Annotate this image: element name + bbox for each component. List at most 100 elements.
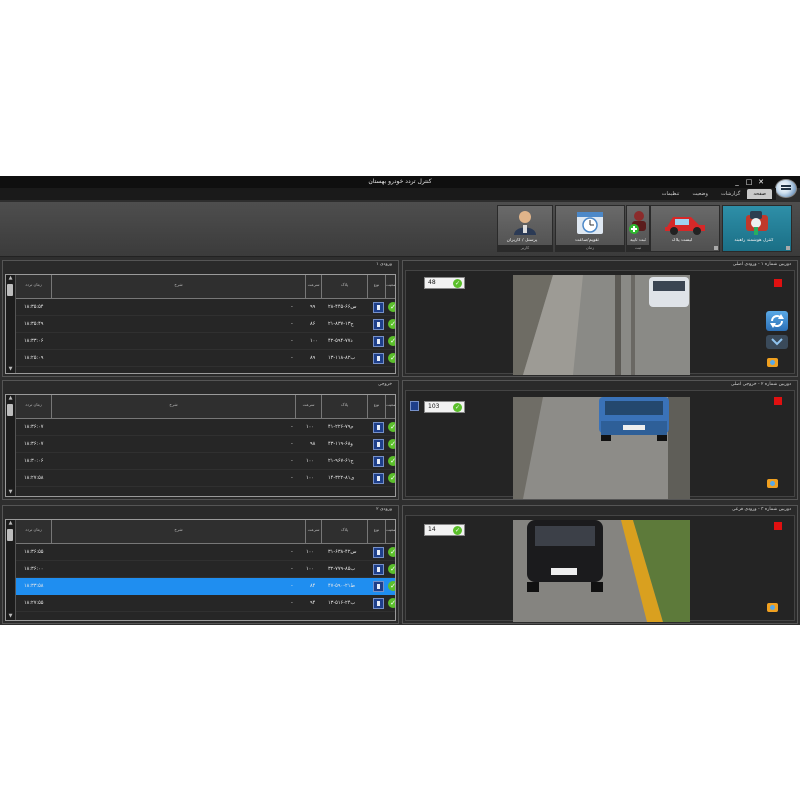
- lane-2-camera-view: 103 ✓: [405, 390, 795, 499]
- header-type[interactable]: نوع: [368, 395, 386, 419]
- row-description: -: [291, 338, 293, 344]
- table-row[interactable]: ۱۸:۳۶:۰۰ - ۱۰۰ ۳۲-۷۷۹-ب۸۵ ✓: [16, 561, 395, 578]
- row-description: -: [291, 441, 293, 447]
- users-icon: [514, 211, 536, 235]
- table-row-selected[interactable]: ۱۸:۳۳:۵۸ - ۸۴ ۴۷-۵۹۰-ط۲۱ ✓: [16, 578, 395, 595]
- lane-2-scrollbar[interactable]: ▲ ▼: [6, 395, 16, 496]
- ribbon-plate-list-button[interactable]: لیست پلاک: [650, 205, 720, 252]
- refresh-button[interactable]: [766, 311, 788, 331]
- header-type[interactable]: نوع: [368, 275, 386, 299]
- header-status[interactable]: وضعیت: [386, 520, 395, 544]
- lane-1-scrollbar[interactable]: ▲ ▼: [6, 275, 16, 373]
- row-plate: ۲۱-۹۶۷-ج۶۱: [328, 458, 354, 464]
- menu-bar: صفحه گزارشات وضعیت تنظیمات: [0, 188, 776, 200]
- header-plate[interactable]: پلاک: [322, 275, 368, 299]
- table-row[interactable]: ۱۸:۳۶:۵۵ - ۱۰۰ ۳۱-۶۳۸-س۴۲ ✓: [16, 544, 395, 561]
- ribbon-smart-gate-label: کنترل هوشمند راهبند: [734, 238, 774, 243]
- snapshot-icon[interactable]: [767, 358, 778, 367]
- tab-home[interactable]: صفحه: [747, 189, 772, 199]
- vehicle-type-icon: [373, 336, 384, 347]
- header-time[interactable]: زمان تردد: [16, 275, 52, 299]
- row-time: ۱۸:۲۵:۰۹: [24, 355, 44, 361]
- row-time: ۱۸:۳۵:۴۹: [24, 321, 44, 327]
- lane-1-camera-title: دوربین شماره ۱ - ورودی اصلی: [732, 262, 791, 267]
- lane-3-list-title: ورودی ۲: [376, 507, 392, 512]
- header-speed[interactable]: سرعت: [306, 520, 322, 544]
- row-description: -: [291, 600, 293, 606]
- add-person-icon: [629, 211, 646, 234]
- status-ok-icon: ✓: [388, 353, 395, 363]
- scroll-thumb[interactable]: [7, 284, 13, 296]
- header-speed[interactable]: سرعت: [296, 395, 322, 419]
- table-row[interactable]: ۱۸:۳۶:۰۷ - ۱۰۰ ۴۱-۲۲۶-م۷۹ ✓: [16, 419, 395, 436]
- lane-1-list-panel: ورودی ۱ ▲ ▼ زمان تردد شرح سرعت پلاک نوع …: [2, 260, 399, 377]
- header-plate[interactable]: پلاک: [322, 520, 368, 544]
- close-button[interactable]: ✕: [756, 178, 766, 186]
- snapshot-icon[interactable]: [767, 479, 778, 488]
- header-type[interactable]: نوع: [368, 520, 386, 544]
- row-description: -: [291, 355, 293, 361]
- header-status[interactable]: وضعیت: [386, 395, 395, 419]
- table-row[interactable]: ۱۸:۳۳:۰۶ - ۱۰۰ ۴۲-۵۹۴-د۷۷ ✓: [16, 333, 395, 350]
- row-time: ۱۸:۳۳:۵۸: [24, 583, 44, 589]
- expand-down-button[interactable]: [766, 335, 788, 349]
- scroll-thumb[interactable]: [7, 404, 13, 416]
- vehicle-type-icon: [373, 564, 384, 575]
- row-time: ۱۸:۳۶:۰۰: [24, 566, 44, 572]
- row-plate: ۴۳-۱۱۹-و۶۸: [328, 441, 353, 447]
- header-status[interactable]: وضعیت: [386, 275, 395, 299]
- table-row[interactable]: ۱۸:۲۵:۰۹ - ۸۹ ۱۳-۱۱۸-ب۸۲ ✓: [16, 350, 395, 367]
- lane-3-camera-photo[interactable]: [513, 520, 690, 622]
- lane-3-list-panel: ورودی ۲ ▲ ▼ زمان تردد شرح سرعت پلاک نوع …: [2, 505, 399, 624]
- lane-1-camera-view: 48 ✓: [405, 270, 795, 375]
- table-row[interactable]: ۱۸:۲۷:۵۸ - ۱۰۰ ۱۴-۳۲۲-ی۸۱ ✓: [16, 470, 395, 487]
- maximize-button[interactable]: □: [744, 178, 754, 186]
- scroll-up-icon[interactable]: ▲: [7, 275, 14, 282]
- ribbon-toolbar: کنترل هوشمند راهبند لیست پلاک ثبت تأیید: [0, 202, 800, 257]
- lane-3-speed-box: 14 ✓: [424, 524, 465, 536]
- table-row[interactable]: ۱۸:۲۷:۵۵ - ۹۴ ۱۳-۵۱۶-ب۲۴ ✓: [16, 595, 395, 612]
- table-row[interactable]: ۱۸:۳۶:۰۷ - ۹۸ ۴۳-۱۱۹-و۶۸ ✓: [16, 436, 395, 453]
- tab-reports[interactable]: گزارشات: [715, 189, 746, 199]
- ribbon-add-approval-button[interactable]: ثبت تأیید ثبت: [626, 205, 650, 252]
- header-time[interactable]: زمان تردد: [16, 395, 52, 419]
- lane-3-scrollbar[interactable]: ▲ ▼: [6, 520, 16, 620]
- scroll-down-icon[interactable]: ▼: [7, 613, 14, 620]
- scroll-down-icon[interactable]: ▼: [7, 489, 14, 496]
- row-speed: ۱۰۰: [310, 338, 319, 344]
- status-ok-icon: ✓: [388, 336, 395, 346]
- row-description: -: [291, 549, 293, 555]
- row-time: ۱۸:۳۶:۰۷: [24, 441, 44, 447]
- snapshot-icon[interactable]: [767, 603, 778, 612]
- status-ok-icon: ✓: [388, 598, 395, 608]
- tab-settings[interactable]: تنظیمات: [656, 189, 686, 199]
- row-description: -: [291, 458, 293, 464]
- minimize-button[interactable]: _: [732, 178, 742, 186]
- ribbon-calendar-button[interactable]: تقویم/ساعت زمان: [555, 205, 625, 252]
- table-row[interactable]: ۱۸:۳۵:۴۹ - ۸۶ ۲۱-۸۳۷-ج۱۳ ✓: [16, 316, 395, 333]
- header-plate[interactable]: پلاک: [322, 395, 368, 419]
- ribbon-users-button[interactable]: پرسنل / کاربران کاربر: [497, 205, 553, 252]
- refresh-icon: [770, 314, 784, 328]
- table-row[interactable]: ۱۸:۳۵:۵۴ - ۹۹ ۲۸-۴۴۵-س۶۶ ✓: [16, 299, 395, 316]
- header-speed[interactable]: سرعت: [306, 275, 322, 299]
- row-speed: ۸۶: [310, 321, 316, 327]
- lane-2-camera-photo[interactable]: [513, 397, 690, 499]
- row-time: ۱۸:۳۶:۵۵: [24, 549, 44, 555]
- header-description[interactable]: شرح: [52, 520, 306, 544]
- header-description[interactable]: شرح: [52, 395, 296, 419]
- clock-calendar-icon: [577, 212, 603, 234]
- table-row[interactable]: ۱۸:۳۰:۰۶ - ۱۰۰ ۲۱-۹۶۷-ج۶۱ ✓: [16, 453, 395, 470]
- scroll-thumb[interactable]: [7, 529, 13, 541]
- header-description[interactable]: شرح: [52, 275, 306, 299]
- scroll-up-icon[interactable]: ▲: [7, 395, 14, 402]
- header-time[interactable]: زمان تردد: [16, 520, 52, 544]
- ribbon-smart-gate-button[interactable]: کنترل هوشمند راهبند: [722, 205, 792, 252]
- camera-car-icon: [746, 211, 768, 235]
- app-logo-icon[interactable]: [775, 179, 797, 198]
- row-speed: ۸۹: [310, 355, 316, 361]
- lane-1-camera-photo[interactable]: [513, 275, 690, 375]
- tab-status[interactable]: وضعیت: [686, 189, 714, 199]
- scroll-up-icon[interactable]: ▲: [7, 520, 14, 527]
- scroll-down-icon[interactable]: ▼: [7, 366, 14, 373]
